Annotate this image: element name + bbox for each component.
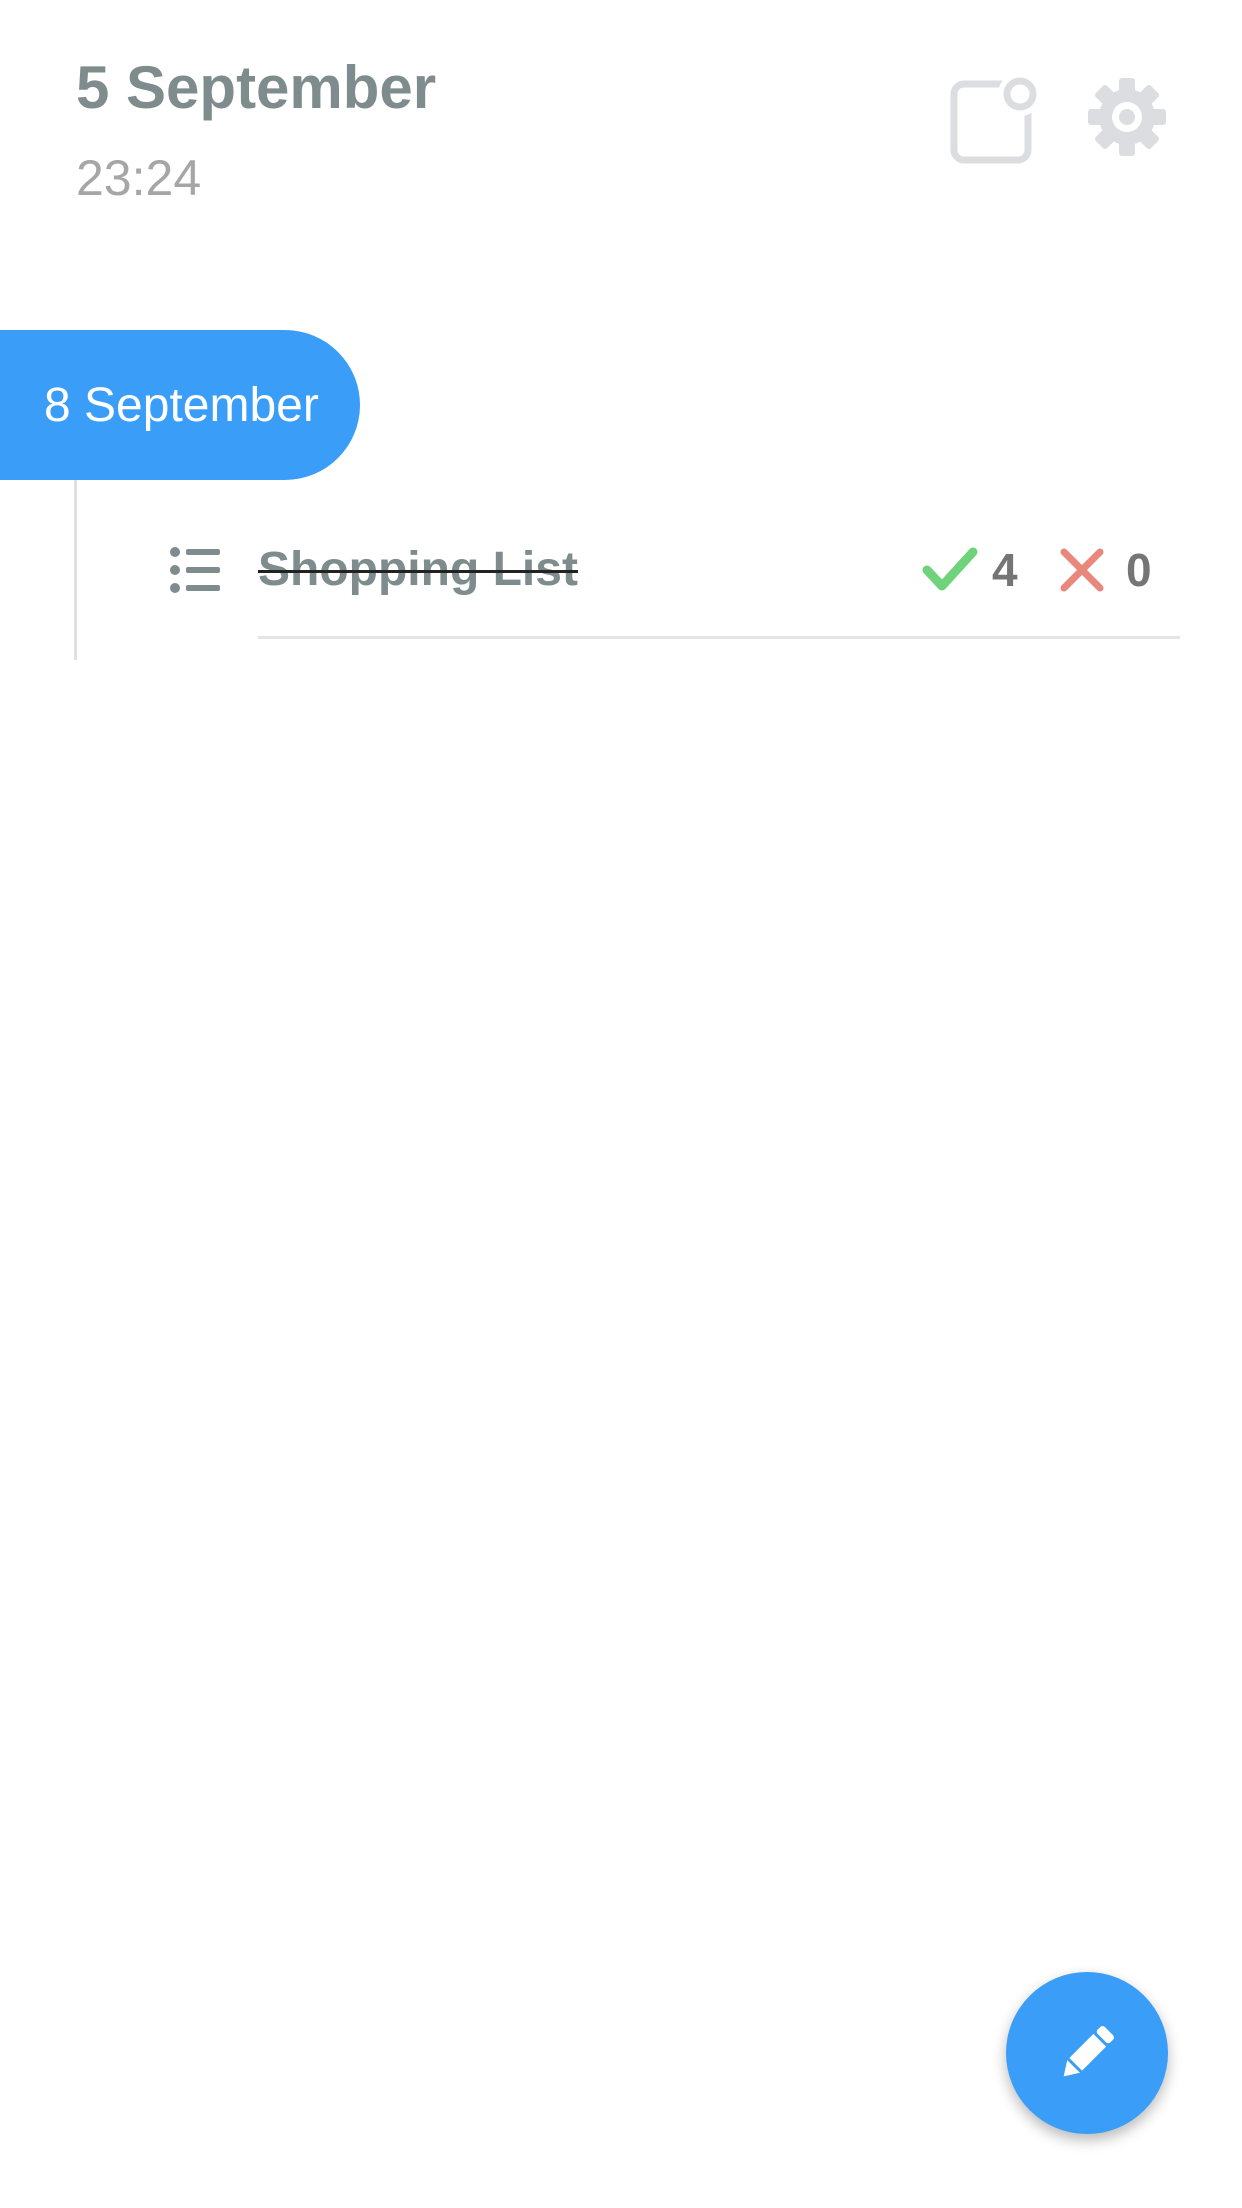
header-time: 23:24 xyxy=(76,150,202,206)
gear-icon xyxy=(1088,78,1166,156)
check-icon xyxy=(922,547,978,591)
pencil-icon xyxy=(1063,2025,1115,2077)
settings-button[interactable] xyxy=(1086,76,1168,158)
header-date: 5 September xyxy=(76,54,437,121)
app-screen: 5 September 23:24 8 September Shopping L… xyxy=(0,0,1242,2208)
row-divider xyxy=(258,636,1180,639)
cancelled-count: 0 xyxy=(1126,544,1152,596)
notes-button[interactable] xyxy=(950,72,1042,164)
note-badge-icon xyxy=(950,72,1042,164)
list-item[interactable]: Shopping List 4 0 xyxy=(168,530,1180,640)
date-section-pill[interactable]: 8 September xyxy=(0,330,360,480)
new-note-button[interactable] xyxy=(1006,1972,1168,2134)
date-section-label: 8 September xyxy=(44,378,319,432)
done-count: 4 xyxy=(992,544,1018,596)
timeline-line xyxy=(74,480,77,660)
cross-icon xyxy=(1060,548,1104,592)
list-item-title: Shopping List xyxy=(258,543,578,596)
list-icon xyxy=(170,547,220,593)
